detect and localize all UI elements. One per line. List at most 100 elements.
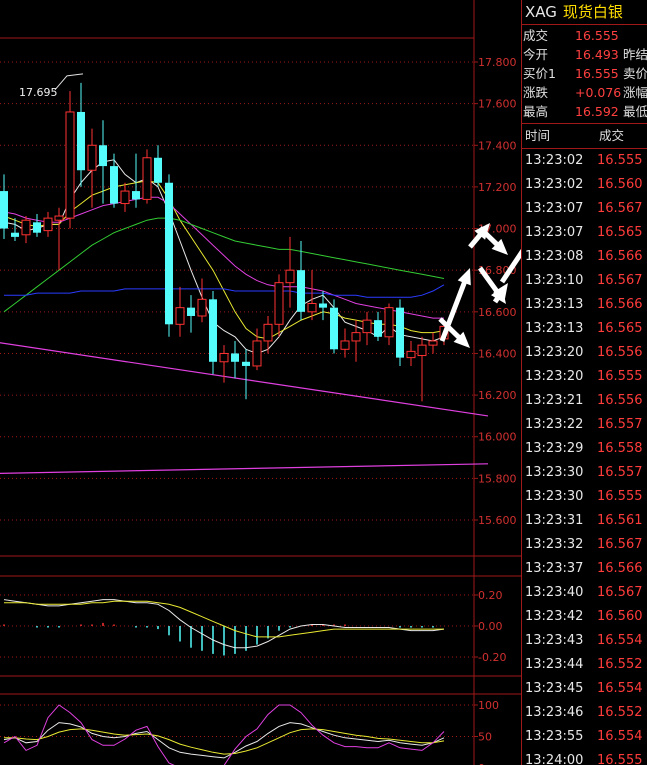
quote-label: 最高: [523, 104, 549, 119]
candle-body: [11, 232, 19, 237]
tick-row[interactable]: 13:23:08 16.566: [522, 245, 647, 269]
tick-row[interactable]: 13:23:02 16.555: [522, 149, 647, 173]
tick-price: 16.567: [597, 201, 643, 216]
candle-body: [187, 307, 195, 316]
kdj-line: [3, 722, 445, 759]
tick-row[interactable]: 13:23:37 16.566: [522, 557, 647, 581]
tick-time: 13:23:45: [525, 681, 584, 696]
tick-price-header: 成交: [599, 128, 625, 143]
tick-time: 13:23:37: [525, 561, 584, 576]
quote-panel: XAG 现货白银 成交 16.555 今开 16.493 昨结 买价1 16.555 卖价1…: [521, 0, 647, 765]
candle-body: [54, 215, 64, 221]
tick-row[interactable]: 13:23:07 16.567: [522, 197, 647, 221]
candle-body: [65, 111, 75, 219]
candle-body: [110, 166, 118, 204]
candle-body: [33, 222, 41, 233]
tick-price: 16.558: [597, 441, 643, 456]
high-annotation-leader: [54, 73, 84, 91]
quote-row: 涨跌 +0.076 涨幅: [523, 83, 647, 102]
tick-row[interactable]: 13:23:30 16.557: [522, 461, 647, 485]
quote-label: 买价1: [523, 66, 556, 81]
quote-value: 16.592: [575, 104, 619, 119]
candle-body: [120, 190, 130, 205]
tick-price: 16.567: [597, 537, 643, 552]
candle-body: [417, 344, 427, 357]
tick-price: 16.560: [597, 609, 643, 624]
trend-line: [0, 463, 489, 475]
tick-time: 13:23:08: [525, 249, 584, 264]
tick-row[interactable]: 13:23:29 16.558: [522, 437, 647, 461]
tick-row[interactable]: 13:23:44 16.552: [522, 653, 647, 677]
tick-price: 16.557: [597, 465, 643, 480]
kline-chart[interactable]: 15.60015.80016.00016.20016.40016.60016.8…: [0, 0, 521, 765]
quote-row: 今开 16.493 昨结: [523, 45, 647, 64]
tick-price: 16.567: [597, 585, 643, 600]
y-tick-label: 15.600: [478, 514, 517, 527]
y-tick-label: 17.600: [478, 98, 517, 111]
tick-row[interactable]: 13:24:00 16.555: [522, 749, 647, 765]
kdj-line: [3, 704, 445, 765]
candle-body: [154, 157, 162, 183]
tick-row[interactable]: 13:23:30 16.555: [522, 485, 647, 509]
quote-row: 买价1 16.555 卖价1: [523, 64, 647, 83]
tick-time: 13:23:13: [525, 321, 584, 336]
tick-row[interactable]: 13:23:22 16.557: [522, 413, 647, 437]
tick-time: 13:23:43: [525, 633, 584, 648]
tick-row[interactable]: 13:23:31 16.561: [522, 509, 647, 533]
quote-value: 16.493: [575, 47, 619, 62]
candle-body: [374, 320, 382, 337]
tick-row[interactable]: 13:23:13 16.566: [522, 293, 647, 317]
tick-price: 16.552: [597, 705, 643, 720]
tick-row[interactable]: 13:23:02 16.560: [522, 173, 647, 197]
y-tick-label: 16.400: [478, 347, 517, 360]
tick-time: 13:23:55: [525, 729, 584, 744]
candle-body: [396, 307, 404, 358]
candle-body: [0, 191, 8, 229]
tick-row[interactable]: 13:23:13 16.565: [522, 317, 647, 341]
high-annotation-label: 17.695: [19, 86, 58, 99]
y-tick-label: 16.200: [478, 389, 517, 402]
tick-row[interactable]: 13:23:20 16.555: [522, 365, 647, 389]
symbol-name: 现货白银: [562, 3, 623, 21]
tick-row[interactable]: 13:23:45 16.554: [522, 677, 647, 701]
tick-time: 13:23:46: [525, 705, 584, 720]
tick-row[interactable]: 13:23:42 16.560: [522, 605, 647, 629]
candle-body: [274, 282, 284, 325]
tick-time: 13:23:30: [525, 465, 584, 480]
tick-row[interactable]: 13:23:20 16.556: [522, 341, 647, 365]
tick-time: 13:23:22: [525, 417, 584, 432]
candle-body: [99, 145, 107, 167]
symbol-header: XAG 现货白银: [522, 0, 647, 25]
tick-row[interactable]: 13:23:10 16.567: [522, 269, 647, 293]
tick-price: 16.555: [597, 369, 643, 384]
tick-price: 16.556: [597, 393, 643, 408]
tick-row[interactable]: 13:23:46 16.552: [522, 701, 647, 725]
candle-body: [362, 319, 372, 334]
tick-list[interactable]: 13:23:02 16.555 13:23:02 16.560 13:23:07 16.5…: [522, 149, 647, 765]
tick-price: 16.561: [597, 513, 643, 528]
tick-row[interactable]: 13:23:07 16.565: [522, 221, 647, 245]
y-tick-label: -0.20: [478, 651, 506, 664]
tick-row[interactable]: 13:23:32 16.567: [522, 533, 647, 557]
tick-time: 13:23:20: [525, 369, 584, 384]
candle-body: [297, 270, 305, 312]
candle-body: [142, 157, 152, 200]
candle-body: [330, 307, 338, 350]
y-tick-label: 17.200: [478, 181, 517, 194]
tick-row[interactable]: 13:23:21 16.556: [522, 389, 647, 413]
candle-body: [384, 307, 394, 338]
tick-row[interactable]: 13:23:55 16.554: [522, 725, 647, 749]
y-tick-label: 16.000: [478, 431, 517, 444]
tick-time: 13:23:40: [525, 585, 584, 600]
candle-body: [175, 307, 185, 325]
moving-average-line: [3, 217, 445, 313]
tick-row[interactable]: 13:23:43 16.554: [522, 629, 647, 653]
candle-body: [132, 191, 140, 200]
quote-label-2: 卖价1: [623, 66, 647, 81]
tick-time: 13:23:02: [525, 153, 584, 168]
tick-time: 13:23:07: [525, 225, 584, 240]
candle-body: [319, 303, 327, 308]
tick-row[interactable]: 13:23:40 16.567: [522, 581, 647, 605]
candle-body: [231, 353, 239, 362]
tick-time: 13:23:02: [525, 177, 584, 192]
